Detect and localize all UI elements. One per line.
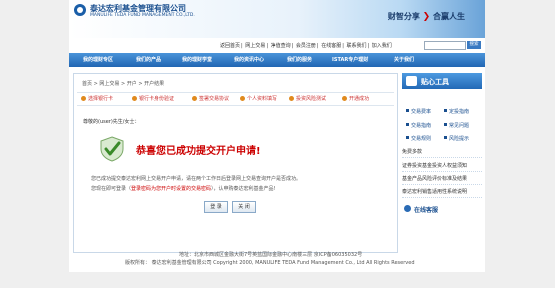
nav-item-school[interactable]: 我的理财学堂 [182,53,212,67]
toplink-join[interactable]: 加入我们 [372,43,392,49]
shield-check-icon [100,136,124,162]
nav-item-services[interactable]: 我们的服务 [287,53,312,67]
toplink-online-service[interactable]: 在线客服 [321,43,341,49]
tool-link-rules[interactable]: 交易规则 [406,135,431,142]
footer-copyright: 版权所有： 泰达宏利基金管理有限公司 Copyright 2000, MANUL… [125,260,415,266]
login-hint: 您现在即可登录（登录密码为您开户时设置的交易密码），认申购泰达宏利基金产品! [91,186,276,192]
tools-title: 贴心工具 [421,78,449,86]
tool-link-faq[interactable]: 常见问题 [444,122,469,129]
search-button[interactable]: 搜索 [467,41,481,49]
online-service-title[interactable]: 在线客服 [414,205,438,214]
close-button[interactable]: 关 闭 [232,201,256,213]
header: 泰达宏利基金管理有限公司 MANULIFE TEDA FUND MANAGEME… [69,0,485,38]
side-row-free[interactable]: 免费多款 [402,148,482,158]
step-1: 选择银行卡 [81,95,113,102]
step-6: 开通成功 [342,95,369,102]
side-row-rights[interactable]: 证券投资基金投资人权益须知 [402,162,482,172]
main-nav: 我的理财专区 我们的产品 我的理财学堂 我的资讯中心 我们的服务 ISTAR专户… [69,53,485,67]
toplink-contact[interactable]: 联系我们 [346,43,366,49]
login-hint-link[interactable]: 登录密码为您开户时设置的交易密码 [131,186,211,192]
slogan-arrow-icon: ❯ [422,12,431,22]
tools-header: 贴心工具 [402,73,482,89]
nav-item-istar[interactable]: ISTAR专户理财 [332,53,368,67]
footer-address: 地址：北京市西城区金融大街7号英蓝国际金融中心南楼三层 京ICP备0603503… [179,252,363,258]
tool-link-risk[interactable]: 风险提示 [444,135,469,142]
top-links: 返回首页| 网上交易| 净值查询| 会员注册| 在线客服| 联系我们| 加入我们 [220,43,392,49]
step-bullet-icon [240,96,245,101]
toplink-home[interactable]: 返回首页 [220,43,240,49]
tool-link-sip[interactable]: 定投指南 [444,108,469,115]
login-button[interactable]: 登 录 [204,201,228,213]
toplink-online-trade[interactable]: 网上交易 [245,43,265,49]
company-logo-icon[interactable] [74,4,86,16]
tool-link-guide[interactable]: 交易指南 [406,122,431,129]
logo-title-en: MANULIFE TEDA FUND MANAGEMENT CO.,LTD. [90,13,195,18]
sidebar: 贴心工具 交易费率 定投指南 交易指南 常见问题 交易规则 风险提示 免费多款 … [402,73,482,251]
step-bullet-icon [289,96,294,101]
step-5: 投资风险测试 [289,95,326,102]
nav-item-news[interactable]: 我的资讯中心 [234,53,264,67]
success-message: 恭喜您已成功提交开户申请! [136,146,261,157]
step-bullet-icon [132,96,137,101]
slogan-left: 财智分享 [387,12,420,21]
slogan: 财智分享 ❯ 合赢人生 [388,11,465,22]
page: 泰达宏利基金管理有限公司 MANULIFE TEDA FUND MANAGEME… [69,0,485,272]
nav-item-products[interactable]: 我们的产品 [136,53,161,67]
progress-steps: 选择银行卡 银行卡身份验证 签署交易协议 个人资料填写 投资风险测试 开通成功 [77,92,394,106]
online-service-icon [404,205,411,212]
tool-link-fee[interactable]: 交易费率 [406,108,431,115]
side-row-risk-rating[interactable]: 基金产品风险评价标准及结果 [402,175,482,185]
toplink-register[interactable]: 会员注册 [296,43,316,49]
step-bullet-icon [192,96,197,101]
step-2: 银行卡身份验证 [132,95,174,102]
side-row-suitability[interactable]: 泰达宏利销售适用性系统说明 [402,188,482,198]
info-message: 您已成功提交泰达宏利网上交易开户申请，请在两个工作日后登录网上交易查询开户是否成… [91,176,302,182]
search-input[interactable] [424,41,466,50]
greeting: 尊敬的(user)先生/女士： [83,119,140,125]
step-bullet-icon [81,96,86,101]
main-panel: 首页 > 网上交易 > 开户 > 开户结果 选择银行卡 银行卡身份验证 签署交易… [73,73,398,253]
step-bullet-icon [342,96,347,101]
breadcrumb: 首页 > 网上交易 > 开户 > 开户结果 [82,81,165,87]
tools-icon [406,76,417,86]
toplink-nav-query[interactable]: 净值查询 [271,43,291,49]
step-4: 个人资料填写 [240,95,277,102]
slogan-right: 合赢人生 [433,12,465,21]
step-3: 签署交易协议 [192,95,229,102]
nav-item-wealth-zone[interactable]: 我的理财专区 [83,53,113,67]
nav-item-about[interactable]: 关于我们 [394,53,414,67]
